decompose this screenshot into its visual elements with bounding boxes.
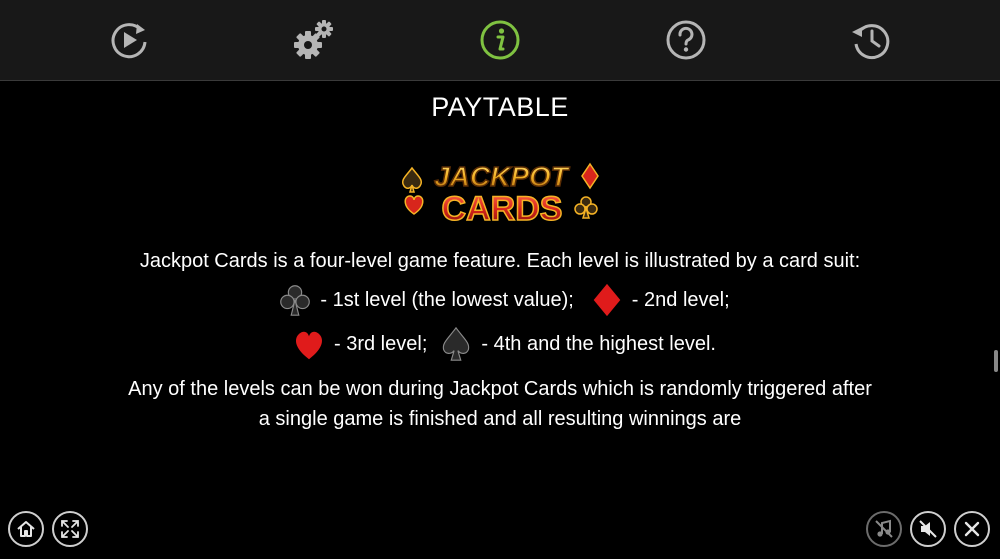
intro-text: Jackpot Cards is a four-level game featu… — [139, 250, 861, 272]
history-button[interactable] — [849, 18, 893, 62]
music-toggle-button[interactable] — [866, 511, 902, 547]
level-1-text: - 1st level (the lowest value); — [320, 289, 574, 311]
info-icon — [480, 20, 520, 60]
level-4-text: - 4th and the highest level. — [481, 333, 716, 355]
level-line-2: - 3rd level; - 4th and the highest level… — [120, 324, 880, 364]
autoplay-icon — [111, 23, 147, 59]
level-2-text: - 2nd level; — [631, 289, 730, 311]
fullscreen-icon — [61, 520, 79, 538]
page-title: PAYTABLE — [431, 92, 569, 122]
autoplay-button[interactable] — [107, 18, 151, 62]
sound-off-icon — [919, 520, 937, 538]
level-line-1: - 1st level (the lowest value); - 2nd le… — [120, 280, 880, 320]
question-icon — [666, 20, 706, 60]
spade-icon — [443, 326, 470, 361]
music-off-icon — [875, 519, 893, 538]
fullscreen-button[interactable] — [52, 511, 88, 547]
help-button[interactable] — [664, 18, 708, 62]
settings-button[interactable] — [292, 18, 336, 62]
gears-icon — [294, 20, 333, 59]
level-3-text: - 3rd level; — [334, 333, 428, 355]
sound-toggle-button[interactable] — [910, 511, 946, 547]
info-button[interactable] — [478, 18, 522, 62]
logo-line2: CARDS — [442, 190, 563, 228]
close-button[interactable] — [954, 511, 990, 547]
home-button[interactable] — [8, 511, 44, 547]
logo-line1: JACKPOT — [434, 161, 571, 192]
top-toolbar — [0, 0, 1000, 81]
heart-icon — [295, 331, 323, 360]
jackpot-cards-logo: JACKPOT CARDS — [401, 160, 599, 229]
club-icon — [280, 285, 311, 316]
close-icon — [964, 521, 980, 537]
paytable-content: Jackpot Cards is a four-level game featu… — [120, 246, 880, 434]
history-icon — [852, 24, 890, 60]
trigger-text: Any of the levels can be won during Jack… — [128, 378, 872, 430]
home-icon — [17, 521, 35, 537]
diamond-icon — [593, 283, 621, 317]
scrollbar-thumb[interactable] — [994, 350, 998, 372]
